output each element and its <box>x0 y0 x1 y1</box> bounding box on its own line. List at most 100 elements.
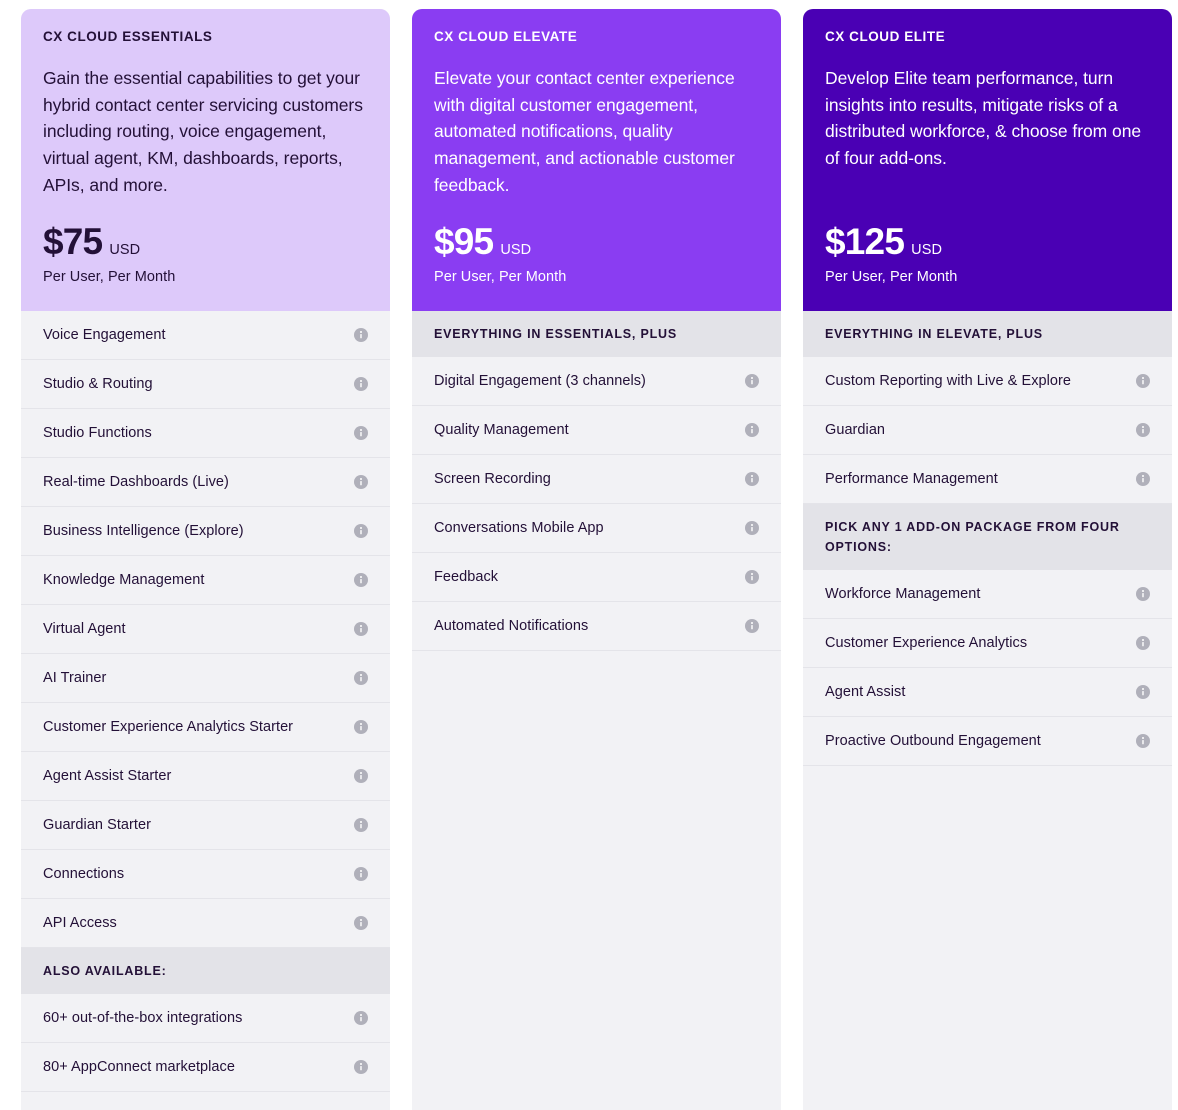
price-row: $95 USD <box>434 221 759 263</box>
info-icon[interactable] <box>354 524 368 538</box>
feature-row[interactable]: Guardian <box>803 406 1172 456</box>
info-icon[interactable] <box>1136 423 1150 438</box>
feature-row[interactable]: Connections <box>21 850 390 899</box>
feature-row[interactable]: Customer Experience Analytics Starter <box>21 703 390 752</box>
feature-row[interactable]: Performance Management <box>803 455 1172 505</box>
feature-label: Feedback <box>434 568 499 585</box>
feature-row[interactable]: Proactive Outbound Engagement <box>803 717 1172 767</box>
feature-row[interactable]: Digital Engagement (3 channels) <box>412 357 781 407</box>
feature-row[interactable]: Automated Notifications <box>412 602 781 652</box>
feature-row[interactable]: Custom Reporting with Live & Explore <box>803 357 1172 407</box>
feature-label: Customer Experience Analytics <box>825 634 1028 651</box>
info-icon[interactable] <box>745 570 759 585</box>
price-currency: USD <box>911 242 943 259</box>
info-icon[interactable] <box>354 1060 368 1075</box>
feature-row[interactable]: 60+ out-of-the-box integrations <box>21 994 390 1044</box>
price-row: $125 USD <box>825 221 1150 263</box>
feature-label: Digital Engagement (3 channels) <box>434 372 646 389</box>
info-icon[interactable] <box>354 328 368 342</box>
plan-card-elite: CX CLOUD ELITE Develop Elite team perfor… <box>803 9 1172 1110</box>
plan-card-elevate: CX CLOUD ELEVATE Elevate your contact ce… <box>412 9 781 1110</box>
price-currency: USD <box>109 242 141 259</box>
info-icon[interactable] <box>354 573 368 587</box>
list-filler <box>803 766 1172 1110</box>
pricing-plan-grid: CX CLOUD ESSENTIALS Gain the essential c… <box>0 0 1178 1110</box>
feature-row[interactable]: Customer Experience Analytics <box>803 619 1172 669</box>
list-filler <box>21 1092 390 1110</box>
price-row: $75 USD <box>43 222 368 262</box>
info-icon[interactable] <box>1136 374 1150 389</box>
plan-name: CX CLOUD ESSENTIALS <box>43 29 213 44</box>
plan-description: Gain the essential capabilities to get y… <box>43 68 363 195</box>
feature-row[interactable]: 80+ AppConnect marketplace <box>21 1043 390 1093</box>
plan-description: Develop Elite team performance, turn ins… <box>825 68 1142 168</box>
plan-name: CX CLOUD ELITE <box>825 29 946 44</box>
info-icon[interactable] <box>745 472 759 487</box>
feature-row[interactable]: Guardian Starter <box>21 801 390 850</box>
list-filler <box>412 651 781 1110</box>
plan-header-elite: CX CLOUD ELITE Develop Elite team perfor… <box>803 9 1172 311</box>
feature-row[interactable]: AI Trainer <box>21 654 390 703</box>
feature-label: Connections <box>43 865 125 882</box>
feature-row[interactable]: Business Intelligence (Explore) <box>21 507 390 556</box>
info-icon[interactable] <box>354 377 368 391</box>
feature-label: 80+ AppConnect marketplace <box>43 1058 235 1075</box>
feature-row[interactable]: Studio & Routing <box>21 360 390 409</box>
section-heading-everything-in-elevate: EVERYTHING IN ELEVATE, PLUS <box>803 311 1172 358</box>
feature-row[interactable]: Knowledge Management <box>21 556 390 605</box>
info-icon[interactable] <box>745 619 759 634</box>
price-period: Per User, Per Month <box>825 269 958 285</box>
price-block: $125 USD Per User, Per Month <box>825 221 1150 285</box>
info-icon[interactable] <box>354 720 368 734</box>
feature-label: Guardian Starter <box>43 816 151 833</box>
price-currency: USD <box>500 242 532 259</box>
feature-row[interactable]: Conversations Mobile App <box>412 504 781 554</box>
info-icon[interactable] <box>1136 685 1150 700</box>
feature-row[interactable]: API Access <box>21 899 390 948</box>
feature-list-essentials: Voice Engagement Studio & Routing Studio… <box>21 311 390 1110</box>
info-icon[interactable] <box>745 374 759 389</box>
info-icon[interactable] <box>354 1011 368 1026</box>
info-icon[interactable] <box>354 671 368 685</box>
info-icon[interactable] <box>1136 734 1150 749</box>
feature-list-elevate: EVERYTHING IN ESSENTIALS, PLUS Digital E… <box>412 311 781 1110</box>
plan-header-elevate: CX CLOUD ELEVATE Elevate your contact ce… <box>412 9 781 311</box>
feature-label: Real-time Dashboards (Live) <box>43 473 229 490</box>
feature-row[interactable]: Quality Management <box>412 406 781 456</box>
info-icon[interactable] <box>354 867 368 881</box>
feature-row[interactable]: Agent Assist Starter <box>21 752 390 801</box>
feature-label: Agent Assist Starter <box>43 767 172 784</box>
info-icon[interactable] <box>354 916 368 930</box>
info-icon[interactable] <box>745 521 759 536</box>
info-icon[interactable] <box>354 475 368 489</box>
feature-row[interactable]: Studio Functions <box>21 409 390 458</box>
price-amount: $95 <box>434 221 494 263</box>
info-icon[interactable] <box>354 769 368 783</box>
info-icon[interactable] <box>354 818 368 832</box>
section-heading-everything-in-essentials: EVERYTHING IN ESSENTIALS, PLUS <box>412 311 781 358</box>
feature-row[interactable]: Agent Assist <box>803 668 1172 718</box>
feature-label: Conversations Mobile App <box>434 519 604 536</box>
info-icon[interactable] <box>1136 472 1150 487</box>
feature-label: Virtual Agent <box>43 620 126 637</box>
feature-row[interactable]: Virtual Agent <box>21 605 390 654</box>
info-icon[interactable] <box>354 622 368 636</box>
feature-label: 60+ out-of-the-box integrations <box>43 1009 243 1026</box>
feature-row[interactable]: Voice Engagement <box>21 311 390 360</box>
feature-row[interactable]: Feedback <box>412 553 781 603</box>
feature-label: Screen Recording <box>434 470 551 487</box>
feature-row[interactable]: Screen Recording <box>412 455 781 505</box>
info-icon[interactable] <box>745 423 759 438</box>
price-amount: $125 <box>825 221 905 263</box>
feature-label: Studio Functions <box>43 424 152 441</box>
feature-label: Knowledge Management <box>43 571 205 588</box>
feature-label: Agent Assist <box>825 683 906 700</box>
info-icon[interactable] <box>1136 587 1150 602</box>
feature-label: Business Intelligence (Explore) <box>43 522 244 539</box>
feature-label: API Access <box>43 914 117 931</box>
feature-label: Proactive Outbound Engagement <box>825 732 1041 749</box>
feature-row[interactable]: Real-time Dashboards (Live) <box>21 458 390 507</box>
info-icon[interactable] <box>1136 636 1150 651</box>
feature-row[interactable]: Workforce Management <box>803 570 1172 620</box>
info-icon[interactable] <box>354 426 368 440</box>
